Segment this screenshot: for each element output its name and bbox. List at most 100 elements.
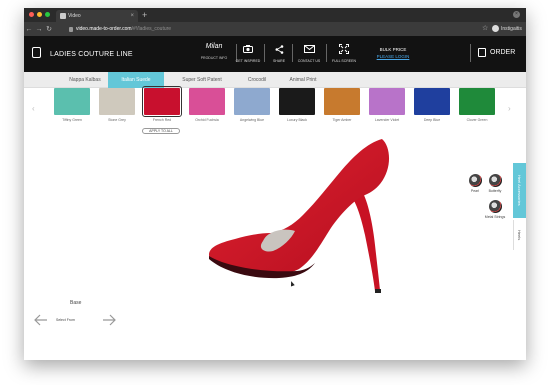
heel-tip [375,289,381,293]
part-label: Base [70,300,82,306]
swatch-chip [369,88,405,115]
swatch-chip [324,88,360,115]
minimize-window-icon[interactable] [37,12,42,17]
reload-icon[interactable]: ↻ [44,25,54,33]
fullscreen-icon [327,42,361,56]
browser-tab[interactable]: Video × [56,10,138,22]
accessory-butterfly[interactable]: Butterfly [484,174,506,193]
accessory-pearl[interactable]: Pearl [464,174,486,193]
tab-close-icon[interactable]: × [130,10,134,22]
share-icon [262,42,296,56]
swatch-label: Deep Blue [423,118,441,122]
color-swatch-row: ‹ Tiffiny Green Stone Grey French Red Orchi… [24,80,526,140]
url-path: /#!/ladies_couture [131,26,172,32]
profile-button[interactable]: Instigaitis [492,25,522,32]
camera-icon [231,42,265,56]
browser-window: Video × + × ← → ↻ video.made-to-order.co… [24,8,526,360]
color-swatch[interactable]: Tiffiny Green [54,88,90,122]
swatch-prev-arrow-icon[interactable]: ‹ [32,104,35,113]
lock-icon [69,27,73,32]
model-name: Milan [205,43,223,50]
fullscreen-label: FULL SCREEN [332,59,356,63]
swatch-label: Stone Grey [108,118,126,122]
accessory-metal-strings[interactable]: Metal Strings [484,200,506,219]
contact-label: CONTACT US [297,59,321,63]
profile-name: Instigaitis [501,25,522,32]
bookmark-star-icon[interactable]: ☆ [482,24,488,32]
window-close-icon[interactable]: × [513,11,520,18]
forward-arrow-icon[interactable]: → [34,26,44,33]
brand-logo-icon[interactable] [32,47,41,58]
browser-tabbar: Video × + × [24,8,526,22]
fullscreen-button[interactable]: FULL SCREEN [327,42,361,63]
color-swatch[interactable]: Deep Blue [414,88,450,122]
model-info[interactable]: Milan PRODUCT INFO [194,43,234,60]
brand-name[interactable]: LADIES COUTURE LINE [50,51,133,58]
swatch-label: Lavender Violet [374,118,400,122]
product-info-link[interactable]: PRODUCT INFO [194,56,234,60]
swatch-label: Clover Green [466,118,488,122]
maximize-window-icon[interactable] [45,12,50,17]
url-field[interactable]: video.made-to-order.com/#!/ladies_coutur… [68,25,468,34]
swatch-chip [99,88,135,115]
prev-part-arrow-icon[interactable] [34,314,48,326]
color-swatch[interactable]: Stone Grey [99,88,135,122]
contact-button[interactable]: CONTACT US [292,42,326,63]
color-swatch[interactable]: French Red [142,86,182,122]
swatch-chip [279,88,315,115]
window-controls [29,12,50,17]
color-swatch[interactable]: Luxury Black [279,88,315,122]
swatch-label: Orchid Fuchsia [195,118,219,122]
pearl-accessory-icon [468,174,482,187]
tab-heel-accessories[interactable]: Heel Accessories [513,163,526,218]
swatch-chip [189,88,225,115]
color-swatch[interactable]: Tiger Amber [324,88,360,122]
divider [470,44,471,62]
swatch-label: Angelwing Blue [239,118,265,122]
swatch-next-arrow-icon[interactable]: › [508,104,511,113]
share-label: SHARE [272,59,286,63]
swatch-chip [54,88,90,115]
swatch-chip [142,86,182,117]
url-host: video.made-to-order.com [76,26,132,32]
envelope-icon [292,42,326,56]
order-button[interactable]: ORDER [478,48,515,57]
color-swatch[interactable]: Clover Green [459,88,495,122]
tab-heels[interactable]: Heels [513,220,526,250]
butterfly-accessory-icon [488,174,502,187]
share-button[interactable]: SHARE [262,42,296,63]
get-inspired-label: GET INSPIRED [235,59,261,63]
swatch-chip [459,88,495,115]
address-bar-row: ← → ↻ video.made-to-order.com/#!/ladies_… [24,22,526,36]
accessory-label: Butterfly [488,189,502,193]
login-link[interactable]: PLEASE LOGIN [370,54,416,59]
apply-to-all-button[interactable]: APPLY TO ALL [142,128,180,134]
bulk-price: BULK PRICE PLEASE LOGIN [370,47,416,59]
bulk-price-title: BULK PRICE [379,47,407,52]
swatch-label: French Red [152,118,172,122]
close-window-icon[interactable] [29,12,34,17]
new-tab-button[interactable]: + [142,9,147,21]
swatch-label: Tiffiny Green [62,118,82,122]
accessory-label: Metal Strings [484,215,506,219]
select-from-label: Select From [56,318,75,322]
site-header: LADIES COUTURE LINE Milan PRODUCT INFO G… [24,36,526,72]
accessory-label: Pearl [470,189,480,193]
swatch-label: Tiger Amber [332,118,352,122]
tab-title: Video [68,13,81,19]
shopping-bag-icon [478,48,486,57]
back-arrow-icon[interactable]: ← [24,26,34,33]
color-swatch[interactable]: Orchid Fuchsia [189,88,225,122]
swatch-chip [234,88,270,115]
get-inspired-button[interactable]: GET INSPIRED [231,42,265,63]
swatch-chip [414,88,450,115]
metal-strings-accessory-icon [488,200,502,213]
color-swatch[interactable]: Angelwing Blue [234,88,270,122]
color-swatch[interactable]: Lavender Violet [369,88,405,122]
swatch-label: Luxury Black [286,118,308,122]
favicon-icon [60,13,66,19]
shoe-preview[interactable] [179,135,409,305]
shoe-heel [351,193,380,291]
order-label: ORDER [490,49,516,56]
next-part-arrow-icon[interactable] [102,314,116,326]
